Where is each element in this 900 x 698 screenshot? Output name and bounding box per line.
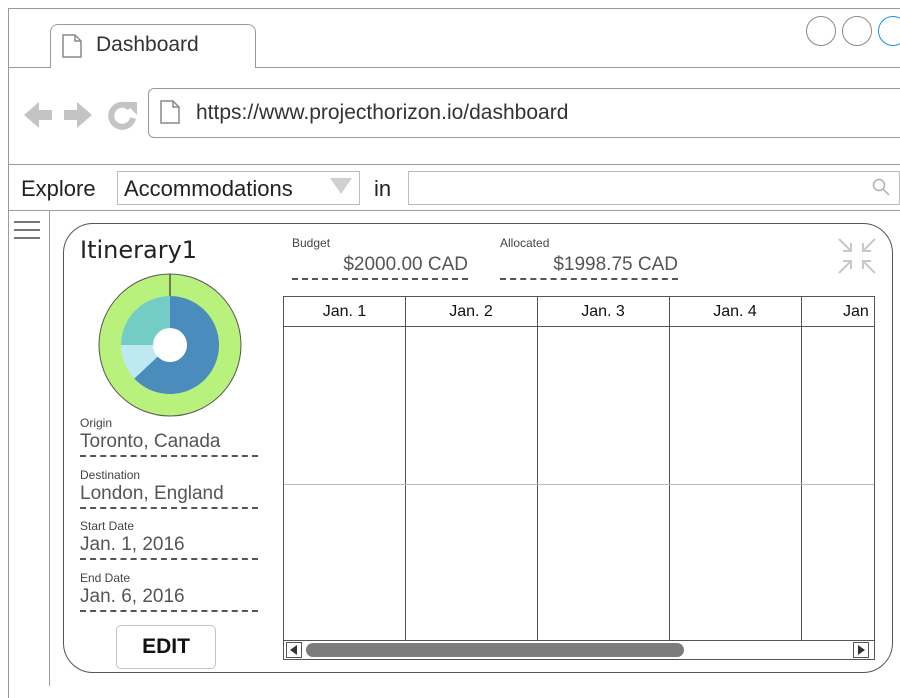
calendar-column-header: Jan. 2: [449, 303, 493, 320]
collapse-icon[interactable]: [836, 236, 878, 276]
field-label: End Date: [80, 570, 131, 585]
calendar-column-divider: [801, 297, 802, 641]
field-value: London, England: [80, 483, 258, 509]
forward-arrow-icon[interactable]: [62, 100, 102, 130]
calendar-header-divider: [284, 326, 874, 327]
page-icon: [160, 100, 180, 124]
scroll-right-arrow-icon[interactable]: [853, 642, 869, 658]
budget-donut-chart: [98, 273, 242, 417]
calendar-column-header: Jan. 1: [322, 303, 367, 320]
calendar-bottom-border: [284, 640, 874, 641]
hamburger-menu-icon[interactable]: [14, 220, 40, 240]
window-minimize-button[interactable]: [806, 16, 836, 46]
budget-value: $2000.00 CAD: [292, 254, 468, 280]
calendar-column-divider: [405, 297, 406, 641]
window-maximize-button[interactable]: [842, 16, 872, 46]
tab-title: Dashboard: [96, 33, 199, 56]
location-search-input[interactable]: [408, 171, 900, 205]
sidebar-divider: [49, 211, 50, 686]
explore-label: Explore: [21, 176, 96, 201]
field-label: Start Date: [80, 519, 135, 533]
document-icon: [62, 34, 82, 58]
budget-label: Budget: [292, 236, 331, 250]
refresh-icon[interactable]: [106, 99, 140, 131]
in-label: in: [374, 176, 392, 201]
calendar-column-divider: [669, 297, 670, 641]
calendar-grid[interactable]: [283, 296, 875, 660]
field-value: Jan. 6, 2016: [80, 586, 258, 612]
dropdown-caret-icon[interactable]: [330, 178, 352, 194]
allocated-value: $1998.75 CAD: [500, 254, 678, 280]
calendar-column-header: Jan. 3: [581, 303, 625, 320]
field-value: Toronto, Canada: [80, 431, 258, 457]
field-label: Destination: [80, 467, 141, 482]
calendar-column-header: Jan. 4: [713, 303, 757, 320]
horizontal-scrollbar-thumb[interactable]: [306, 643, 684, 657]
allocated-label: Allocated: [500, 236, 550, 250]
calendar-row-divider: [284, 484, 874, 485]
field-value: Jan. 1, 2016: [80, 534, 258, 560]
window-close-button[interactable]: [878, 16, 900, 46]
scroll-left-arrow-icon[interactable]: [286, 642, 302, 658]
calendar-column-header: Jan: [843, 303, 869, 320]
calendar-column-divider: [537, 297, 538, 641]
back-arrow-icon[interactable]: [22, 100, 62, 130]
explore-divider: [8, 210, 900, 211]
edit-button[interactable]: EDIT: [116, 625, 216, 669]
category-select-value: Accommodations: [124, 176, 293, 201]
toolbar-divider: [8, 164, 900, 165]
itinerary-title: Itinerary1: [80, 236, 198, 264]
field-label: Origin: [80, 416, 113, 430]
url-text[interactable]: https://www.projecthorizon.io/dashboard: [196, 101, 568, 125]
search-icon[interactable]: [871, 177, 891, 197]
